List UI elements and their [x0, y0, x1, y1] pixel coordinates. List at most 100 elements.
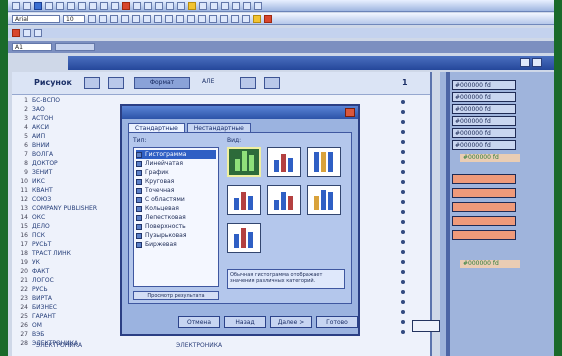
- table-row[interactable]: 3 АСТОН: [14, 114, 124, 123]
- subtype-thumb[interactable]: [267, 147, 301, 177]
- value-cell[interactable]: #000000 fd: [452, 128, 516, 138]
- table-row[interactable]: 11 КВАНТ: [14, 186, 124, 195]
- redo-icon[interactable]: [111, 1, 119, 10]
- cancel-button[interactable]: Отмена: [178, 316, 220, 328]
- table-row[interactable]: 23 ВИРТА: [14, 294, 124, 303]
- table-row[interactable]: 18 ТРАСТ ЛИНК: [14, 249, 124, 258]
- table-row[interactable]: 6 ВНИИ: [14, 141, 124, 150]
- new-file-icon[interactable]: [12, 1, 20, 10]
- percent-icon[interactable]: [176, 14, 184, 23]
- help-icon[interactable]: [188, 1, 196, 10]
- sheet-icon[interactable]: [232, 1, 240, 10]
- decimal-dec-icon[interactable]: [209, 14, 217, 23]
- borders-icon[interactable]: [242, 14, 250, 23]
- table-row[interactable]: 16 ПСК: [14, 231, 124, 240]
- table-icon[interactable]: [210, 1, 218, 10]
- format-button[interactable]: Формат: [134, 77, 190, 89]
- highlighted-cell[interactable]: [452, 202, 516, 212]
- preview-button[interactable]: Просмотр результата: [133, 291, 219, 300]
- align-left-icon[interactable]: [121, 14, 129, 23]
- table-row[interactable]: 9 ЗЕНИТ: [14, 168, 124, 177]
- value-cell[interactable]: #000000 fd: [452, 92, 516, 102]
- align-center-icon[interactable]: [132, 14, 140, 23]
- table-row[interactable]: 12 СОЮЗ: [14, 195, 124, 204]
- map-icon[interactable]: [199, 1, 207, 10]
- open-file-icon[interactable]: [23, 1, 31, 10]
- list-item[interactable]: Лепестковая: [136, 213, 216, 222]
- subtype-thumb[interactable]: [227, 185, 261, 215]
- back-button[interactable]: Назад: [224, 316, 266, 328]
- list-item[interactable]: Биржевая: [136, 240, 216, 249]
- list-item[interactable]: Поверхность: [136, 222, 216, 231]
- align-right-icon[interactable]: [143, 14, 151, 23]
- nav-prev-button[interactable]: [84, 77, 100, 89]
- currency-icon[interactable]: [165, 14, 173, 23]
- table-row[interactable]: 17 РУСЬТ: [14, 240, 124, 249]
- table-row[interactable]: 27 ВЭБ: [14, 330, 124, 339]
- function-icon[interactable]: [155, 1, 163, 10]
- sort-icon[interactable]: [133, 1, 141, 10]
- drawing-icon[interactable]: [166, 1, 174, 10]
- chart-icon[interactable]: [221, 1, 229, 10]
- zoom-icon[interactable]: [177, 1, 185, 10]
- cut-icon[interactable]: [67, 1, 75, 10]
- name-box[interactable]: A1: [12, 43, 52, 51]
- table-row[interactable]: 2 ЗАО: [14, 105, 124, 114]
- table-row[interactable]: 4 АКСИ: [14, 123, 124, 132]
- paste-icon[interactable]: [89, 1, 97, 10]
- indent-icon[interactable]: [220, 14, 228, 23]
- sum-icon[interactable]: [144, 1, 152, 10]
- subtype-thumb[interactable]: [307, 147, 341, 177]
- insert-function-icon[interactable]: [34, 29, 42, 37]
- nav-prev-2-button[interactable]: [240, 77, 256, 89]
- chart-wizard-icon[interactable]: [122, 1, 130, 10]
- font-size-select[interactable]: 10: [63, 14, 85, 23]
- table-row[interactable]: 26 ОМ: [14, 321, 124, 330]
- undo-icon[interactable]: [100, 1, 108, 10]
- list-item[interactable]: Точечная: [136, 186, 216, 195]
- table-row[interactable]: 5 АИП: [14, 132, 124, 141]
- subtype-thumb[interactable]: [227, 147, 261, 177]
- list-item[interactable]: Круговая: [136, 177, 216, 186]
- subtype-thumb[interactable]: [227, 223, 261, 253]
- table-row[interactable]: 8 ДОКТОР: [14, 159, 124, 168]
- list-item[interactable]: Гистограмма: [136, 150, 216, 159]
- filter-icon[interactable]: [243, 1, 251, 10]
- highlighted-cell[interactable]: [452, 174, 516, 184]
- table-row[interactable]: 21 ЛОГОС: [14, 276, 124, 285]
- finish-button[interactable]: Готово: [316, 316, 358, 328]
- subtype-thumb[interactable]: [307, 185, 341, 215]
- print-icon[interactable]: [45, 1, 53, 10]
- outdent-icon[interactable]: [231, 14, 239, 23]
- value-cell[interactable]: #000000 fd: [452, 140, 516, 150]
- value-cell[interactable]: #000000 fd: [452, 116, 516, 126]
- nav-next-2-button[interactable]: [264, 77, 280, 89]
- list-item[interactable]: Пузырьковая: [136, 231, 216, 240]
- underline-icon[interactable]: [110, 14, 118, 23]
- table-row[interactable]: 15 ДЕЛО: [14, 222, 124, 231]
- highlighted-cell[interactable]: [452, 230, 516, 240]
- cancel-icon[interactable]: [12, 29, 20, 37]
- table-row[interactable]: 19 УК: [14, 258, 124, 267]
- table-row[interactable]: 1 БС-ВСПО: [14, 96, 124, 105]
- comma-icon[interactable]: [187, 14, 195, 23]
- subtype-thumb[interactable]: [267, 185, 301, 215]
- nav-next-button[interactable]: [108, 77, 124, 89]
- save-icon[interactable]: [34, 1, 42, 10]
- table-row[interactable]: 10 ИКС: [14, 177, 124, 186]
- close-icon[interactable]: [345, 108, 355, 117]
- list-item[interactable]: С областями: [136, 195, 216, 204]
- maximize-icon[interactable]: [532, 58, 542, 67]
- copy-icon[interactable]: [78, 1, 86, 10]
- highlighted-cell[interactable]: [452, 188, 516, 198]
- value-cell[interactable]: #000000 fd: [452, 80, 516, 90]
- table-row[interactable]: 7 ВОЛГА: [14, 150, 124, 159]
- list-item[interactable]: График: [136, 168, 216, 177]
- value-cell[interactable]: #000000 fd: [452, 104, 516, 114]
- list-item[interactable]: Кольцевая: [136, 204, 216, 213]
- decimal-inc-icon[interactable]: [198, 14, 206, 23]
- accept-icon[interactable]: [23, 29, 31, 37]
- list-item[interactable]: Линейчатая: [136, 159, 216, 168]
- merge-icon[interactable]: [154, 14, 162, 23]
- table-row[interactable]: 24 БИЗНЕС: [14, 303, 124, 312]
